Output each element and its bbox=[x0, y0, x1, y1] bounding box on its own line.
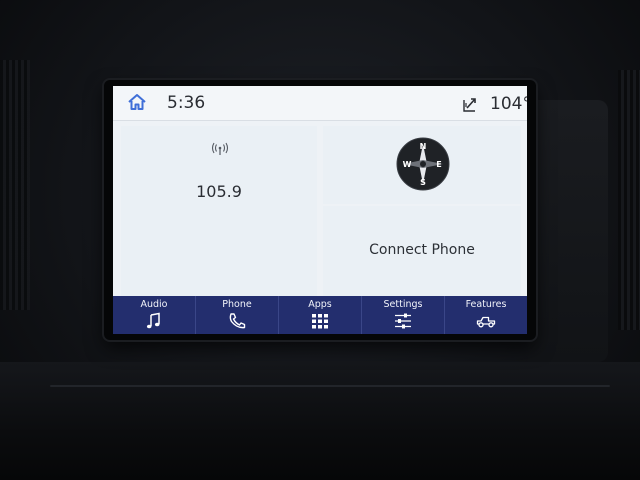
compass-west: W bbox=[403, 160, 412, 169]
radio-signal-icon bbox=[211, 142, 229, 155]
nav-apps-label: Apps bbox=[308, 299, 332, 310]
nav-settings[interactable]: Settings bbox=[362, 296, 445, 334]
dashboard: 5:36 104° 105.9 N E S W Connect Phone Au… bbox=[0, 0, 640, 480]
left-air-vent bbox=[0, 60, 30, 310]
right-air-vent bbox=[618, 70, 640, 330]
phone-tile[interactable]: Connect Phone bbox=[323, 206, 521, 296]
nav-audio-label: Audio bbox=[140, 299, 168, 310]
apps-grid-icon bbox=[312, 314, 328, 329]
phone-handset-icon bbox=[229, 313, 246, 329]
nav-features[interactable]: Features bbox=[445, 296, 527, 334]
clock: 5:36 bbox=[167, 93, 206, 113]
music-note-icon bbox=[146, 312, 160, 329]
compass-south: S bbox=[420, 178, 426, 187]
compass-north: N bbox=[420, 142, 427, 151]
compass-icon: N E S W bbox=[396, 137, 450, 191]
infotainment-screen: 5:36 104° 105.9 N E S W Connect Phone Au… bbox=[113, 86, 527, 334]
nav-settings-label: Settings bbox=[383, 299, 423, 310]
radio-frequency: 105.9 bbox=[196, 182, 242, 201]
radio-tile[interactable]: 105.9 bbox=[121, 126, 317, 296]
compass-east: E bbox=[436, 160, 441, 169]
sliders-icon bbox=[395, 313, 411, 329]
nav-features-label: Features bbox=[465, 299, 507, 310]
nav-phone-label: Phone bbox=[222, 299, 252, 310]
home-icon[interactable] bbox=[127, 93, 147, 111]
nav-apps[interactable]: Apps bbox=[279, 296, 362, 334]
connect-phone-label: Connect Phone bbox=[369, 242, 475, 258]
compass-tile[interactable]: N E S W bbox=[323, 126, 521, 204]
status-bar: 5:36 104° bbox=[113, 86, 527, 121]
nav-audio[interactable]: Audio bbox=[113, 296, 196, 334]
outside-temperature: 104° bbox=[490, 94, 527, 114]
nav-phone[interactable]: Phone bbox=[196, 296, 279, 334]
trim-divider bbox=[50, 385, 610, 387]
truck-icon bbox=[476, 316, 496, 328]
bottom-nav-bar: Audio Phone Apps Settings Features bbox=[113, 296, 527, 334]
gps-signal-icon bbox=[463, 98, 476, 112]
dashboard-trim-panel bbox=[528, 100, 608, 362]
lower-dashboard-trim bbox=[0, 362, 640, 480]
